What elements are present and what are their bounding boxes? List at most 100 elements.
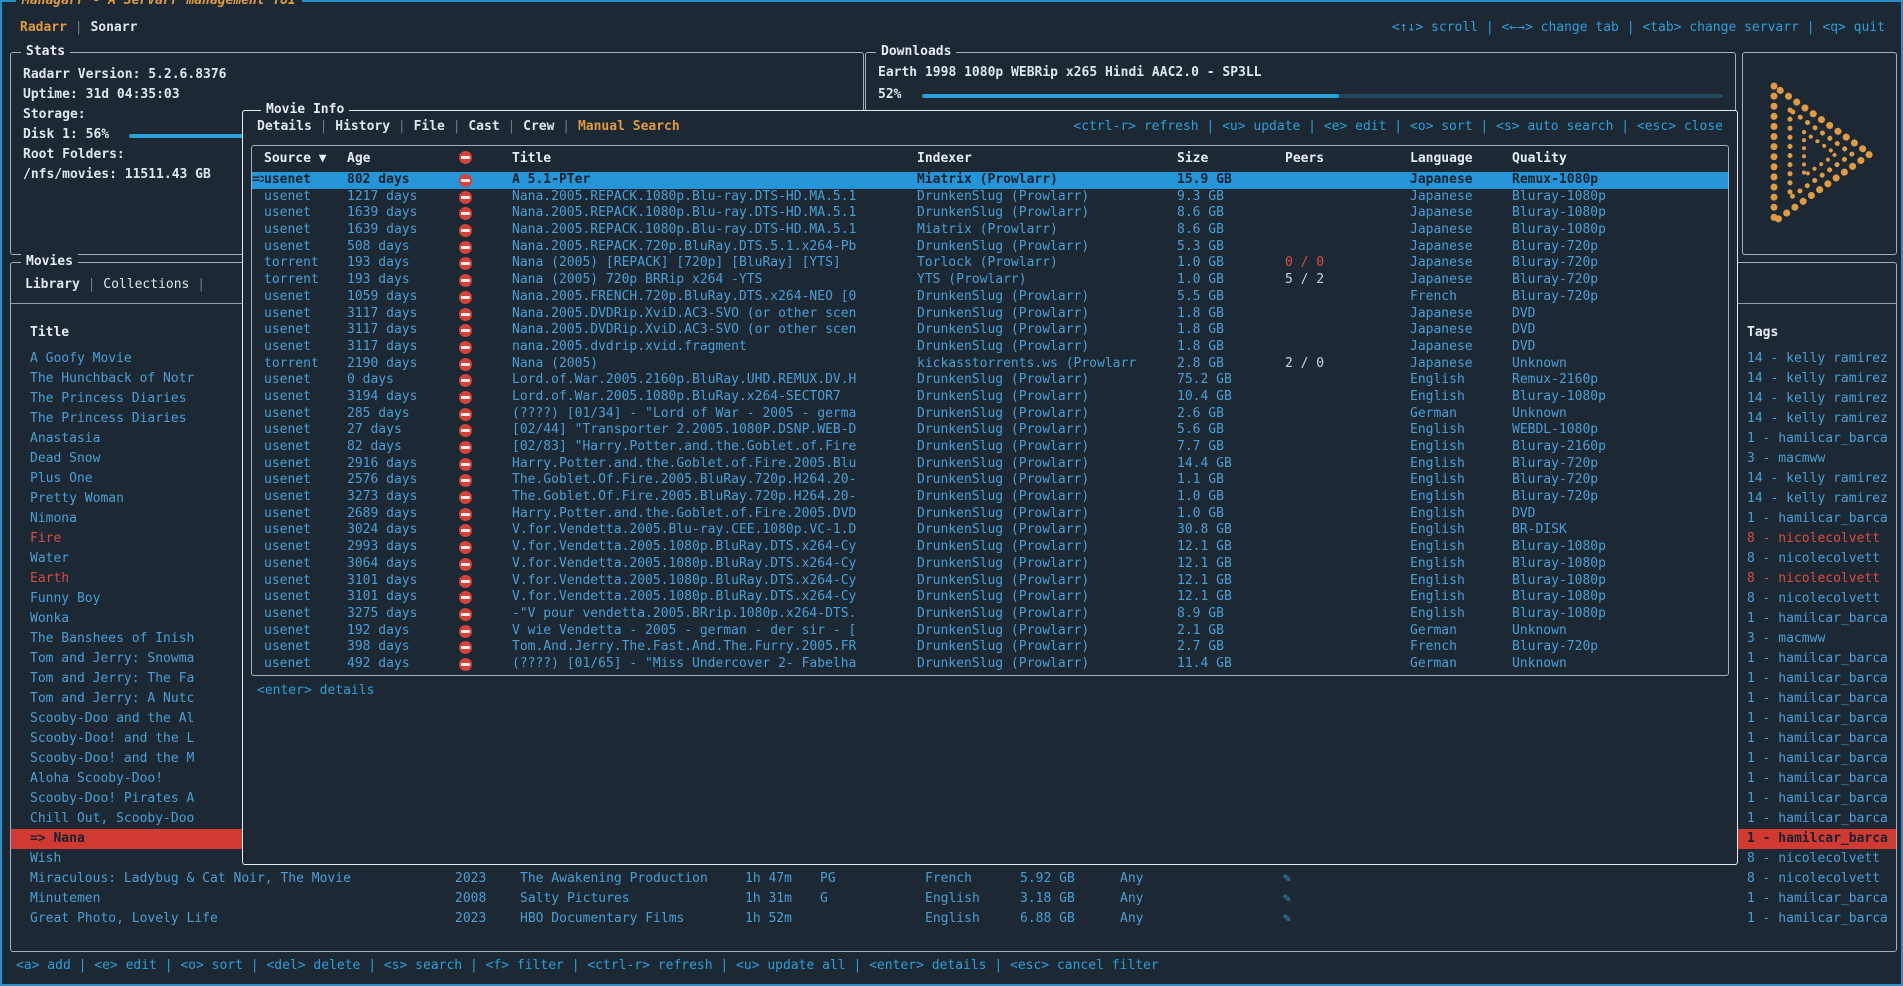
release-age: 82 days xyxy=(347,439,459,456)
release-row[interactable]: usenet2916 daysHarry.Potter.and.the.Gobl… xyxy=(252,456,1728,473)
release-row[interactable]: usenet1217 daysNana.2005.REPACK.1080p.Bl… xyxy=(252,189,1728,206)
rejection-cell xyxy=(459,189,512,206)
release-row[interactable]: usenet2993 daysV.for.Vendetta.2005.1080p… xyxy=(252,539,1728,556)
movie-availability: Any xyxy=(1120,869,1283,889)
rejection-icon xyxy=(459,291,472,304)
release-title: Nana.2005.DVDRip.XviD.AC3-SVO (or other … xyxy=(512,322,917,339)
release-size: 2.6 GB xyxy=(1177,406,1285,423)
release-row[interactable]: usenet3101 daysV.for.Vendetta.2005.1080p… xyxy=(252,573,1728,590)
root-folder-value: /nfs/movies: 11511.43 GB xyxy=(23,167,211,182)
movie-year: 2008 xyxy=(455,889,520,909)
release-row[interactable]: usenet3117 daysNana.2005.DVDRip.XviD.AC3… xyxy=(252,322,1728,339)
tab-sonarr[interactable]: Sonarr xyxy=(90,20,137,35)
release-peers xyxy=(1285,556,1410,573)
release-size: 30.8 GB xyxy=(1177,522,1285,539)
release-row[interactable]: usenet2689 daysHarry.Potter.and.the.Gobl… xyxy=(252,506,1728,523)
tab-history[interactable]: History xyxy=(335,119,390,134)
movie-size: 3.18 GB xyxy=(1020,889,1120,909)
release-title: Harry.Potter.and.the.Goblet.of.Fire.2005… xyxy=(512,506,917,523)
release-source: usenet xyxy=(264,422,347,439)
pen-icon: ✎ xyxy=(1283,889,1747,909)
release-row[interactable]: =>usenet802 daysA 5.1-PTerMiatrix (Prowl… xyxy=(252,172,1728,189)
movie-row[interactable]: Miraculous: Ladybug & Cat Noir, The Movi… xyxy=(11,869,1896,889)
release-row[interactable]: usenet492 days(????) [01/65] - "Miss Und… xyxy=(252,656,1728,673)
release-row[interactable]: usenet398 daysTom.And.Jerry.The.Fast.And… xyxy=(252,639,1728,656)
tab-file[interactable]: File xyxy=(414,119,445,134)
release-row[interactable]: usenet82 days[02/83] "Harry.Potter.and.t… xyxy=(252,439,1728,456)
release-quality: Bluray-720p xyxy=(1512,472,1728,489)
release-indexer: DrunkenSlug (Prowlarr) xyxy=(917,589,1177,606)
col-size[interactable]: Size xyxy=(1177,146,1285,172)
row-marker xyxy=(252,389,264,406)
release-row[interactable]: usenet27 days[02/44] "Transporter 2.2005… xyxy=(252,422,1728,439)
release-row[interactable]: usenet3064 daysV.for.Vendetta.2005.1080p… xyxy=(252,556,1728,573)
tab-collections[interactable]: Collections xyxy=(103,277,189,292)
tab-library[interactable]: Library xyxy=(25,277,80,292)
release-language: French xyxy=(1410,639,1512,656)
release-row[interactable]: usenet3117 daysnana.2005.dvdrip.xvid.fra… xyxy=(252,339,1728,356)
release-row[interactable]: torrent193 daysNana (2005) 720p BRRip x2… xyxy=(252,272,1728,289)
release-row[interactable]: torrent2190 daysNana (2005)kickasstorren… xyxy=(252,356,1728,373)
release-indexer: DrunkenSlug (Prowlarr) xyxy=(917,406,1177,423)
release-title: Nana.2005.FRENCH.720p.BluRay.DTS.x264-NE… xyxy=(512,289,917,306)
col-peers[interactable]: Peers xyxy=(1285,146,1410,172)
movie-row[interactable]: Great Photo, Lovely Life2023HBO Document… xyxy=(11,909,1896,929)
release-language: Japanese xyxy=(1410,306,1512,323)
release-row[interactable]: torrent193 daysNana (2005) [REPACK] [720… xyxy=(252,255,1728,272)
movie-tag: 8 - nicolecolvett xyxy=(1747,849,1896,869)
release-row[interactable]: usenet3273 daysThe.Goblet.Of.Fire.2005.B… xyxy=(252,489,1728,506)
col-source[interactable]: Source ▼ xyxy=(264,146,347,172)
release-row[interactable]: usenet3117 daysNana.2005.DVDRip.XviD.AC3… xyxy=(252,306,1728,323)
release-row[interactable]: usenet3194 daysLord.of.War.2005.1080p.Bl… xyxy=(252,389,1728,406)
release-age: 192 days xyxy=(347,623,459,640)
release-row[interactable]: usenet1639 daysNana.2005.REPACK.1080p.Bl… xyxy=(252,205,1728,222)
col-release-title[interactable]: Title xyxy=(512,146,917,172)
release-source: usenet xyxy=(264,322,347,339)
download-progress-fill xyxy=(922,94,1339,98)
rejection-cell xyxy=(459,606,512,623)
col-indexer[interactable]: Indexer xyxy=(917,146,1177,172)
release-row[interactable]: usenet3024 daysV.for.Vendetta.2005.Blu-r… xyxy=(252,522,1728,539)
tab-radarr[interactable]: Radarr xyxy=(20,20,67,35)
movie-row[interactable]: Minutemen2008Salty Pictures1h 31mGEnglis… xyxy=(11,889,1896,909)
release-row[interactable]: usenet1639 daysNana.2005.REPACK.1080p.Bl… xyxy=(252,222,1728,239)
release-source: usenet xyxy=(264,573,347,590)
col-language[interactable]: Language xyxy=(1410,146,1512,172)
col-age[interactable]: Age xyxy=(347,146,459,172)
tab-cast[interactable]: Cast xyxy=(468,119,499,134)
rejection-icon xyxy=(459,151,472,164)
row-marker xyxy=(252,489,264,506)
release-title: Tom.And.Jerry.The.Fast.And.The.Furry.200… xyxy=(512,639,917,656)
rejection-cell xyxy=(459,255,512,272)
release-title: Nana.2005.REPACK.1080p.Blu-ray.DTS-HD.MA… xyxy=(512,222,917,239)
release-indexer: DrunkenSlug (Prowlarr) xyxy=(917,422,1177,439)
col-tags[interactable]: Tags xyxy=(1747,323,1896,343)
release-row[interactable]: usenet3275 days-"V pour vendetta.2005.BR… xyxy=(252,606,1728,623)
release-row[interactable]: usenet508 daysNana.2005.REPACK.720p.BluR… xyxy=(252,239,1728,256)
movie-availability: Any xyxy=(1120,909,1283,929)
tab-manual-search[interactable]: Manual Search xyxy=(578,119,680,134)
release-size: 14.4 GB xyxy=(1177,456,1285,473)
release-row[interactable]: usenet2576 daysThe.Goblet.Of.Fire.2005.B… xyxy=(252,472,1728,489)
release-age: 1217 days xyxy=(347,189,459,206)
release-title: Nana (2005) xyxy=(512,356,917,373)
release-indexer: DrunkenSlug (Prowlarr) xyxy=(917,623,1177,640)
modal-tabs: Details | History | File | Cast | Crew |… xyxy=(257,119,680,134)
col-quality[interactable]: Quality xyxy=(1512,146,1728,172)
release-row[interactable]: usenet285 days(????) [01/34] - "Lord of … xyxy=(252,406,1728,423)
release-row[interactable]: usenet0 daysLord.of.War.2005.2160p.BluRa… xyxy=(252,372,1728,389)
release-row[interactable]: usenet192 daysV wie Vendetta - 2005 - ge… xyxy=(252,623,1728,640)
movie-tag: 1 - hamilcar_barca xyxy=(1747,889,1896,909)
movie-language: English xyxy=(925,909,1020,929)
release-age: 0 days xyxy=(347,372,459,389)
rejection-icon xyxy=(459,374,472,387)
release-row[interactable]: usenet1059 daysNana.2005.FRENCH.720p.Blu… xyxy=(252,289,1728,306)
tab-details[interactable]: Details xyxy=(257,119,312,134)
movie-tag: 14 - kelly ramirez xyxy=(1747,409,1896,429)
movie-title: Great Photo, Lovely Life xyxy=(30,909,455,929)
release-indexer: DrunkenSlug (Prowlarr) xyxy=(917,289,1177,306)
release-title: Lord.of.War.2005.1080p.BluRay.x264-SECTO… xyxy=(512,389,917,406)
release-source: usenet xyxy=(264,456,347,473)
tab-crew[interactable]: Crew xyxy=(523,119,554,134)
release-row[interactable]: usenet3101 daysV.for.Vendetta.2005.1080p… xyxy=(252,589,1728,606)
